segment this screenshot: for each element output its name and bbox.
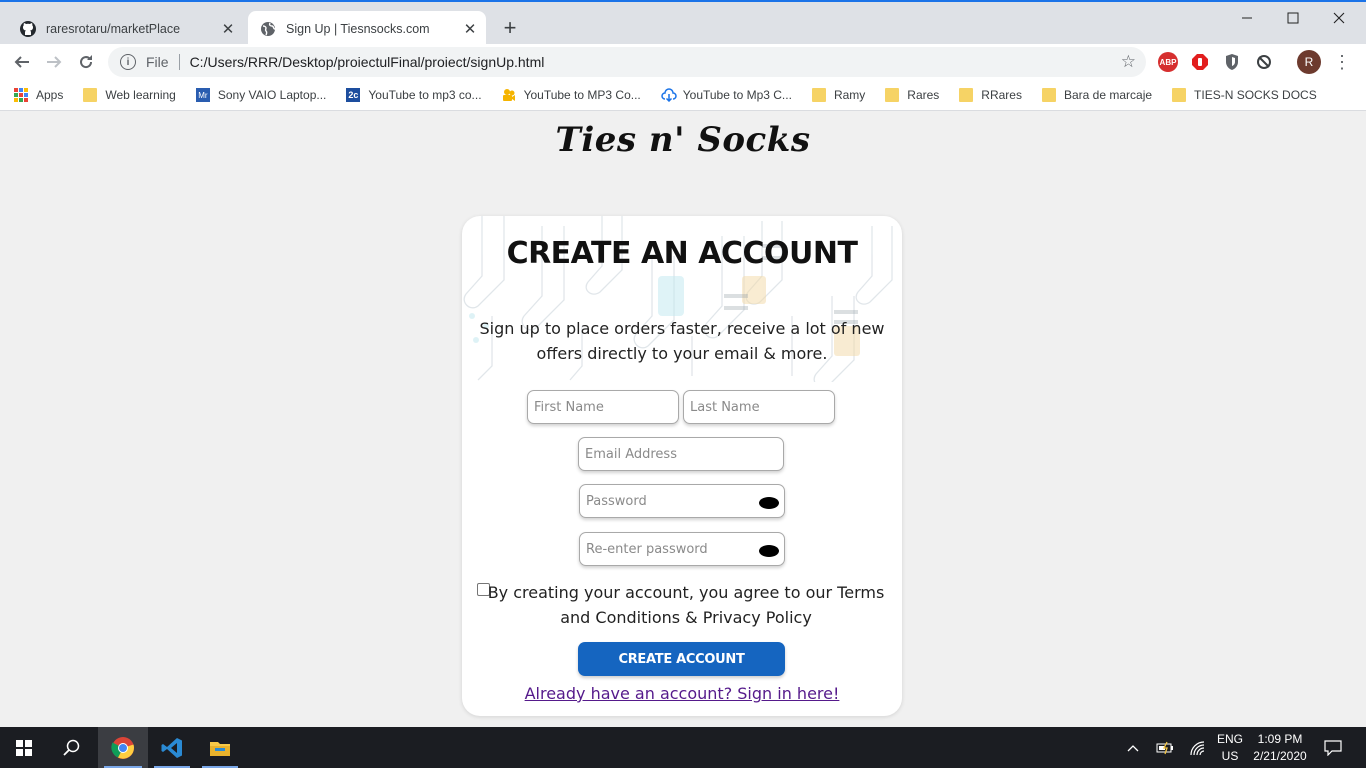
site-info-icon[interactable]: i <box>120 54 136 70</box>
create-account-button[interactable]: CREATE ACCOUNT <box>578 642 785 676</box>
tab-title: Sign Up | Tiesnsocks.com <box>286 21 430 36</box>
brand-logo[interactable]: Ties n' Socks <box>0 120 1366 160</box>
abp-icon[interactable]: ABP <box>1158 52 1178 72</box>
last-name-input[interactable] <box>683 390 835 424</box>
chevron-up-icon[interactable] <box>1122 727 1144 768</box>
folder-icon <box>811 88 826 102</box>
search-icon[interactable] <box>48 727 96 768</box>
reload-icon[interactable] <box>72 48 100 76</box>
folder-icon <box>959 88 974 102</box>
bookmark-star-icon[interactable]: ☆ <box>1121 52 1136 72</box>
bookmark-rares[interactable]: Rares <box>885 88 939 102</box>
2c-site-icon: 2c <box>346 88 361 102</box>
tab-title: raresrotaru/marketPlace <box>46 21 181 36</box>
forward-arrow-icon[interactable] <box>40 48 68 76</box>
input-region[interactable]: US <box>1212 749 1248 763</box>
bookmark-rrares[interactable]: RRares <box>959 88 1022 102</box>
start-icon[interactable] <box>0 727 48 768</box>
windows-taskbar: ENG US 1:09 PM 2/21/2020 <box>0 727 1366 768</box>
bookmark-sony-vaio[interactable]: Mr Sony VAIO Laptop... <box>195 88 327 102</box>
menu-kebab-icon[interactable]: ⋮ <box>1332 50 1352 74</box>
bookmarks-bar: Apps Web learning Mr Sony VAIO Laptop...… <box>0 80 1366 111</box>
minimize-icon[interactable] <box>1224 4 1270 32</box>
page-heading: CREATE AN ACCOUNT <box>506 236 858 271</box>
bookmark-label: YouTube to Mp3 C... <box>682 88 792 102</box>
shield-icon[interactable] <box>1222 52 1242 72</box>
globe-icon <box>260 21 276 37</box>
bookmark-label: Bara de marcaje <box>1063 88 1153 102</box>
apps-grid-icon <box>14 88 28 102</box>
browser-tab-strip: raresrotaru/marketPlace ✕ Sign Up | Ties… <box>0 0 1366 46</box>
folder-icon <box>885 88 900 102</box>
sign-in-link[interactable]: Already have an account? Sign in here! <box>462 684 902 703</box>
bookmark-label: RRares <box>981 88 1022 102</box>
bookmark-label: Apps <box>36 88 64 102</box>
bookmark-label: Web learning <box>105 88 176 102</box>
close-window-icon[interactable] <box>1316 4 1362 32</box>
folder-icon <box>1041 88 1056 102</box>
address-url[interactable]: C:/Users/RRR/Desktop/proiectulFinal/proi… <box>190 54 1121 70</box>
bookmark-label: TIES-N SOCKS DOCS <box>1194 88 1317 102</box>
camera-site-icon <box>502 88 516 102</box>
github-icon <box>20 20 36 37</box>
mr-site-icon: Mr <box>195 88 210 102</box>
bookmark-label: YouTube to mp3 co... <box>368 88 482 102</box>
password-input[interactable] <box>579 484 785 518</box>
address-scheme: File <box>146 54 169 70</box>
bookmark-ties-n-socks-docs[interactable]: TIES-N SOCKS DOCS <box>1172 88 1317 102</box>
terms-label: By creating your account, you agree to o… <box>487 583 885 627</box>
sync-icon[interactable] <box>1254 52 1274 72</box>
file-explorer-icon[interactable] <box>196 727 244 768</box>
bookmark-ramy[interactable]: Ramy <box>811 88 866 102</box>
address-separator <box>178 54 180 70</box>
vscode-icon[interactable] <box>148 727 196 768</box>
bookmark-youtube-mp3-2[interactable]: YouTube to MP3 Co... <box>502 88 641 102</box>
back-arrow-icon[interactable] <box>8 48 36 76</box>
notification-center-icon[interactable] <box>1318 727 1348 768</box>
page-viewport: Ties n' Socks CREATE AN ACCOUNT Sign up … <box>0 112 1366 727</box>
bookmark-youtube-mp3-1[interactable]: 2c YouTube to mp3 co... <box>346 88 482 102</box>
browser-toolbar: i File C:/Users/RRR/Desktop/proiectulFin… <box>0 44 1366 80</box>
tab-sign-up[interactable]: Sign Up | Tiesnsocks.com ✕ <box>248 11 486 46</box>
folder-icon <box>83 88 98 102</box>
cloud-download-icon <box>661 88 677 103</box>
folder-icon <box>1172 88 1187 102</box>
show-confirm-password-eye-icon[interactable] <box>759 545 779 557</box>
bookmark-label: YouTube to MP3 Co... <box>523 88 641 102</box>
wifi-icon[interactable] <box>1186 727 1210 768</box>
battery-icon[interactable] <box>1154 727 1178 768</box>
first-name-input[interactable] <box>527 390 679 424</box>
signup-card: CREATE AN ACCOUNT Sign up to place order… <box>462 216 902 716</box>
email-input[interactable] <box>578 437 784 471</box>
bookmark-web-learning[interactable]: Web learning <box>83 88 176 102</box>
bookmark-label: Rares <box>907 88 940 102</box>
stop-icon[interactable] <box>1190 52 1210 72</box>
show-password-eye-icon[interactable] <box>759 497 779 509</box>
close-tab-icon[interactable]: ✕ <box>218 19 238 39</box>
bookmark-apps[interactable]: Apps <box>14 88 63 102</box>
bookmark-label: Ramy <box>833 88 866 102</box>
chrome-icon[interactable] <box>98 727 148 768</box>
input-language[interactable]: ENG <box>1212 732 1248 746</box>
close-tab-icon[interactable]: ✕ <box>460 19 480 39</box>
tab-github[interactable]: raresrotaru/marketPlace ✕ <box>8 11 244 46</box>
signup-subtitle: Sign up to place orders faster, receive … <box>479 319 885 363</box>
profile-avatar[interactable]: R <box>1297 50 1321 74</box>
new-tab-icon[interactable]: + <box>498 15 522 40</box>
bookmark-label: Sony VAIO Laptop... <box>217 88 327 102</box>
bookmark-youtube-mp3-3[interactable]: YouTube to Mp3 C... <box>661 88 792 103</box>
bookmark-bara-de-marcaje[interactable]: Bara de marcaje <box>1041 88 1153 102</box>
clock-time[interactable]: 1:09 PM <box>1250 732 1310 746</box>
confirm-password-input[interactable] <box>579 532 785 566</box>
address-bar[interactable]: i File C:/Users/RRR/Desktop/proiectulFin… <box>108 47 1146 77</box>
clock-date[interactable]: 2/21/2020 <box>1250 749 1310 763</box>
maximize-icon[interactable] <box>1270 4 1316 32</box>
